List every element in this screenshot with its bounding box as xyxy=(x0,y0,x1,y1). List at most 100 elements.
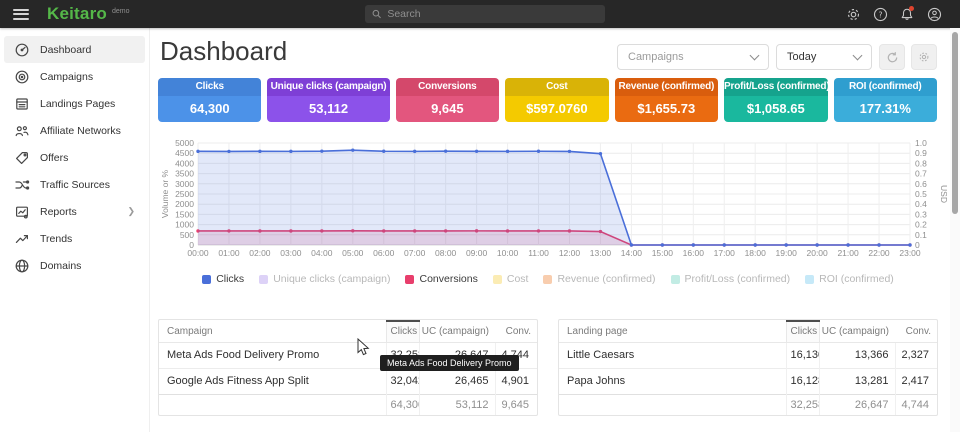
dashboard-settings-button[interactable] xyxy=(911,44,937,70)
svg-text:06:00: 06:00 xyxy=(373,248,395,258)
menu-toggle-icon[interactable] xyxy=(13,9,29,20)
table-row[interactable]: Google Ads Fitness App Split32,04226,465… xyxy=(159,368,537,394)
svg-text:2500: 2500 xyxy=(175,189,194,199)
sidebar-item-domains[interactable]: Domains xyxy=(4,252,145,279)
sidebar-item-campaigns[interactable]: Campaigns xyxy=(4,63,145,90)
table-row[interactable]: Little Caesars16,13013,3662,327 xyxy=(559,342,937,368)
column-header-uc-campaign[interactable]: UC (campaign) xyxy=(819,321,895,342)
column-header-uc-campaign[interactable]: UC (campaign) xyxy=(419,321,495,342)
stat-card-label: Profit/Loss (confirmed) xyxy=(724,78,827,96)
svg-text:17:00: 17:00 xyxy=(714,248,736,258)
chart-legend: Clicks Unique clicks (campaign) Conversion… xyxy=(158,273,938,285)
legend-swatch xyxy=(543,275,552,284)
column-header-clicks[interactable]: Clicks xyxy=(786,321,819,342)
row-value-cell: 16,130 xyxy=(786,342,819,368)
row-name-cell[interactable]: Little Caesars xyxy=(559,342,786,368)
stat-card-roi-confirmed: ROI (confirmed)177.31% xyxy=(834,78,937,122)
svg-text:3000: 3000 xyxy=(175,179,194,189)
sidebar-item-label: Trends xyxy=(40,233,72,245)
stat-card-cost: Cost$597.0760 xyxy=(505,78,608,122)
stat-card-value: 9,645 xyxy=(396,96,499,122)
stat-card-label: Unique clicks (campaign) xyxy=(267,78,389,96)
svg-text:1500: 1500 xyxy=(175,209,194,219)
user-account-icon[interactable] xyxy=(926,6,942,22)
scrollbar-thumb[interactable] xyxy=(952,32,958,214)
totals-cell xyxy=(559,394,786,415)
row-value-cell: 2,327 xyxy=(895,342,937,368)
date-range-select[interactable]: Today xyxy=(776,44,872,70)
help-icon[interactable]: ? xyxy=(872,6,888,22)
column-header-conv[interactable]: Conv. xyxy=(495,321,537,342)
svg-text:16:00: 16:00 xyxy=(683,248,705,258)
brand-logo[interactable]: Keitaro xyxy=(47,4,107,24)
legend-item-cost[interactable]: Cost xyxy=(493,273,529,285)
refresh-button[interactable] xyxy=(879,44,905,70)
search-input[interactable] xyxy=(387,8,598,20)
row-name-cell[interactable]: Papa Johns xyxy=(559,368,786,394)
totals-cell: 32,258 xyxy=(786,394,819,415)
svg-text:02:00: 02:00 xyxy=(249,248,271,258)
stat-card-conversions: Conversions9,645 xyxy=(396,78,499,122)
chevron-down-icon xyxy=(853,51,863,61)
gear-icon xyxy=(918,51,930,63)
notifications-bell-icon[interactable] xyxy=(899,6,915,22)
row-name-cell[interactable]: Meta Ads Food Delivery Promo xyxy=(159,342,386,368)
svg-text:01:00: 01:00 xyxy=(218,248,240,258)
svg-text:1000: 1000 xyxy=(175,220,194,230)
stat-card-value: $597.0760 xyxy=(505,96,608,122)
sidebar-item-traffic-sources[interactable]: Traffic Sources xyxy=(4,171,145,198)
traffic-sources-icon xyxy=(14,177,30,193)
legend-swatch xyxy=(405,275,414,284)
svg-text:0.2: 0.2 xyxy=(915,220,927,230)
column-header-campaign[interactable]: Campaign xyxy=(159,321,386,342)
svg-text:1.0: 1.0 xyxy=(915,138,927,148)
domains-icon xyxy=(14,258,30,274)
legend-item-clicks[interactable]: Clicks xyxy=(202,273,244,285)
table-row[interactable]: Papa Johns16,12813,2812,417 xyxy=(559,368,937,394)
sidebar-item-affiliate-networks[interactable]: Affiliate Networks xyxy=(4,117,145,144)
column-header-clicks[interactable]: Clicks xyxy=(386,321,419,342)
legend-item-conversions[interactable]: Conversions xyxy=(405,273,477,285)
notification-dot xyxy=(909,6,914,11)
chevron-right-icon: ❯ xyxy=(127,206,135,217)
row-value-cell: 16,128 xyxy=(786,368,819,394)
legend-item-profit-loss-confirmed[interactable]: Profit/Loss (confirmed) xyxy=(671,273,791,285)
sidebar-item-label: Traffic Sources xyxy=(40,179,110,191)
column-header-conv[interactable]: Conv. xyxy=(895,321,937,342)
campaigns-filter-select[interactable]: Campaigns xyxy=(617,44,769,70)
sidebar-item-label: Landings Pages xyxy=(40,98,115,110)
svg-text:15:00: 15:00 xyxy=(652,248,674,258)
sidebar-item-reports[interactable]: Reports ❯ xyxy=(4,198,145,225)
sidebar-item-dashboard[interactable]: Dashboard xyxy=(4,36,145,63)
sidebar-item-offers[interactable]: Offers xyxy=(4,144,145,171)
stat-card-label: Clicks xyxy=(158,78,261,96)
column-header-landing-page[interactable]: Landing page xyxy=(559,321,786,342)
sidebar-item-landings-pages[interactable]: Landings Pages xyxy=(4,90,145,117)
sidebar-item-label: Reports xyxy=(40,206,77,218)
stat-card-clicks: Clicks64,300 xyxy=(158,78,261,122)
svg-text:0.8: 0.8 xyxy=(915,158,927,168)
table-totals-row: 64,30053,1129,645 xyxy=(159,394,537,415)
legend-item-roi-confirmed[interactable]: ROI (confirmed) xyxy=(805,273,894,285)
stat-card-label: Conversions xyxy=(396,78,499,96)
legend-label: Revenue (confirmed) xyxy=(557,273,655,285)
global-search[interactable] xyxy=(365,5,605,23)
legend-item-revenue-confirmed[interactable]: Revenue (confirmed) xyxy=(543,273,655,285)
landings-icon xyxy=(14,96,30,112)
svg-text:12:00: 12:00 xyxy=(559,248,581,258)
legend-item-unique-clicks-campaign[interactable]: Unique clicks (campaign) xyxy=(259,273,390,285)
stat-card-label: Revenue (confirmed) xyxy=(615,78,718,96)
row-name-cell[interactable]: Google Ads Fitness App Split xyxy=(159,368,386,394)
sidebar-item-trends[interactable]: Trends xyxy=(4,225,145,252)
stat-card-value: 64,300 xyxy=(158,96,261,122)
stat-card-unique-clicks-campaign: Unique clicks (campaign)53,112 xyxy=(267,78,389,122)
stat-card-value: $1,058.65 xyxy=(724,96,827,122)
svg-text:10:00: 10:00 xyxy=(497,248,519,258)
svg-text:18:00: 18:00 xyxy=(745,248,767,258)
svg-text:0.6: 0.6 xyxy=(915,179,927,189)
svg-text:3500: 3500 xyxy=(175,169,194,179)
settings-icon[interactable] xyxy=(845,6,861,22)
svg-text:19:00: 19:00 xyxy=(776,248,798,258)
stat-card-profit-loss-confirmed: Profit/Loss (confirmed)$1,058.65 xyxy=(724,78,827,122)
row-value-cell: 13,281 xyxy=(819,368,895,394)
